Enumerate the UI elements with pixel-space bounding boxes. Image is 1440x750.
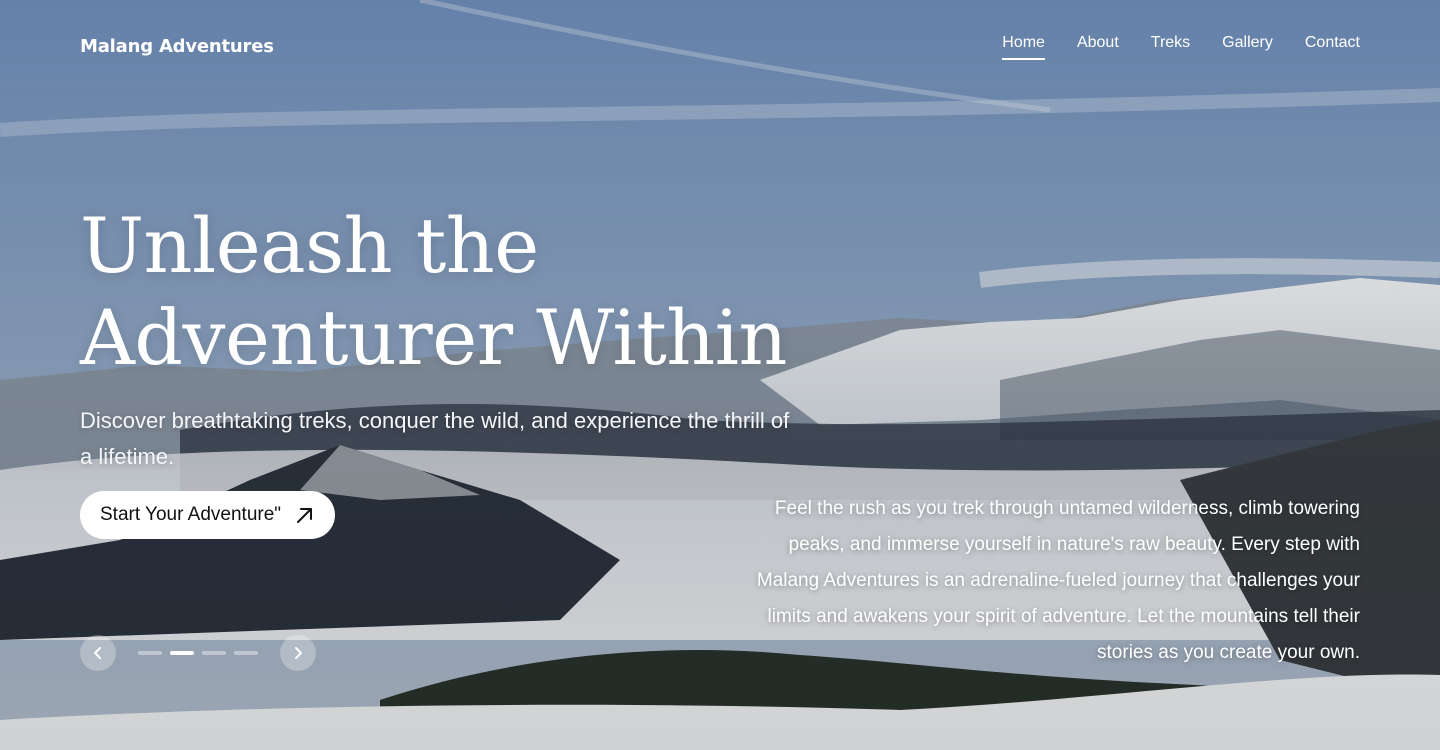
main-nav: Home About Treks Gallery Contact xyxy=(1002,34,1360,60)
nav-contact-link[interactable]: Contact xyxy=(1305,34,1360,60)
next-slide-button[interactable] xyxy=(280,635,316,671)
top-navigation-bar: Malang Adventures Home About Treks Galle… xyxy=(80,30,1360,64)
slide-indicator-2[interactable] xyxy=(170,651,194,655)
hero-section: Malang Adventures Home About Treks Galle… xyxy=(0,0,1440,750)
hero-subheading: Discover breathtaking treks, conquer the… xyxy=(80,408,790,469)
start-adventure-button[interactable]: Start Your Adventure" xyxy=(80,491,336,539)
chevron-right-icon xyxy=(295,647,302,659)
previous-slide-button[interactable] xyxy=(80,635,116,671)
nav-about-link[interactable]: About xyxy=(1077,34,1119,60)
nav-treks-link[interactable]: Treks xyxy=(1151,34,1190,60)
nav-home-link[interactable]: Home xyxy=(1002,34,1045,60)
headline-line-2: Adventurer Within xyxy=(80,293,788,382)
brand-logo[interactable]: Malang Adventures xyxy=(80,36,274,57)
cta-label: Start Your Adventure" xyxy=(100,504,282,525)
headline-line-1: Unleash the xyxy=(80,201,539,290)
slide-indicator-4[interactable] xyxy=(234,651,258,655)
slide-indicator-1[interactable] xyxy=(138,651,162,655)
slide-indicators xyxy=(138,651,258,655)
arrow-up-right-icon xyxy=(295,505,315,525)
hero-description: Feel the rush as you trek through untame… xyxy=(756,498,1360,663)
chevron-left-icon xyxy=(94,647,101,659)
nav-gallery-link[interactable]: Gallery xyxy=(1222,34,1273,60)
hero-headline: Unleash the Adventurer Within xyxy=(80,200,840,384)
slide-indicator-3[interactable] xyxy=(202,651,226,655)
hero-slider-controls xyxy=(80,635,316,671)
